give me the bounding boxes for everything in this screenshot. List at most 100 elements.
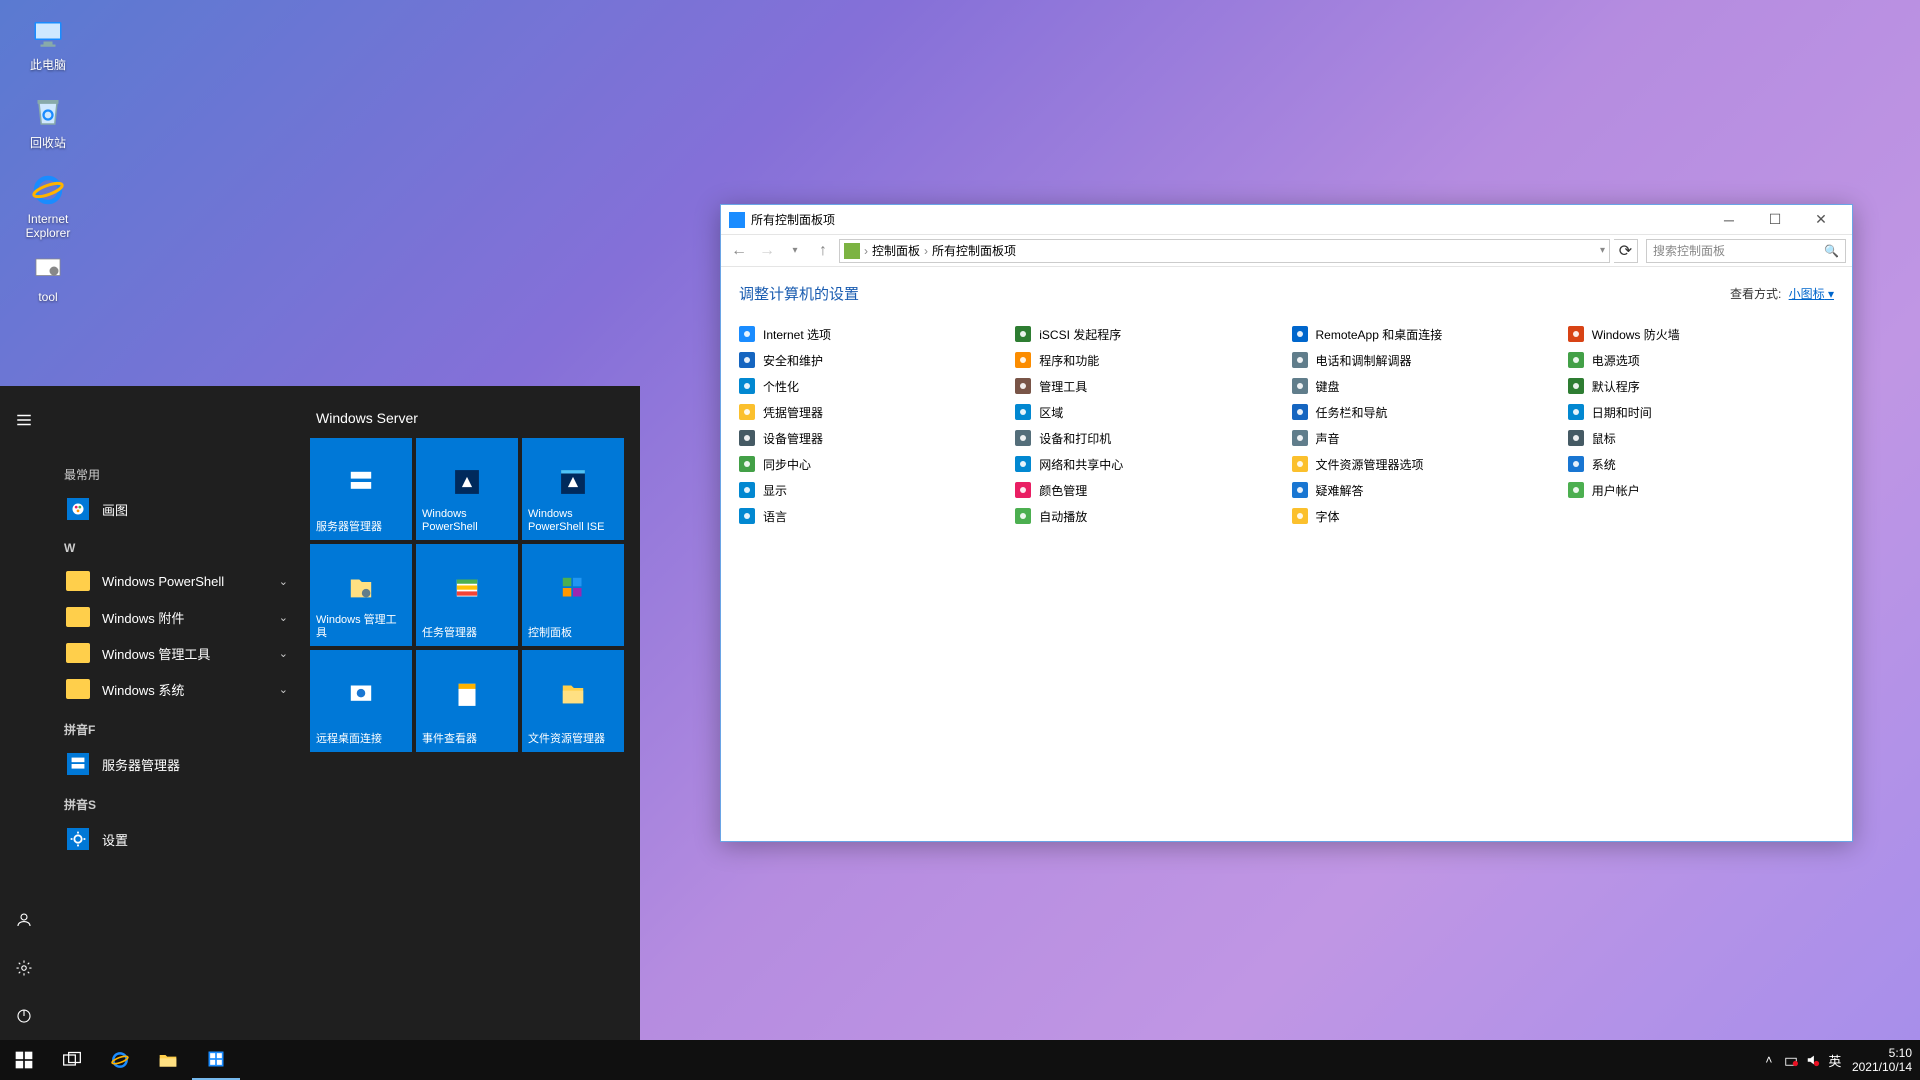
cp-item-8[interactable]: 个性化 bbox=[739, 376, 1005, 396]
up-button[interactable]: ↑ bbox=[811, 239, 835, 263]
tile-0[interactable]: 服务器管理器 bbox=[310, 438, 412, 540]
tray-overflow[interactable]: ˄ bbox=[1758, 1040, 1780, 1080]
cp-item-icon bbox=[1292, 378, 1308, 394]
cp-item-21[interactable]: 网络和共享中心 bbox=[1015, 454, 1281, 474]
cp-item-16[interactable]: 设备管理器 bbox=[739, 428, 1005, 448]
desktop-icon-ie[interactable]: Internet Explorer bbox=[10, 166, 86, 242]
window-titlebar[interactable]: 所有控制面板项 ─ ☐ ✕ bbox=[721, 205, 1852, 235]
cp-item-30[interactable]: 字体 bbox=[1292, 506, 1558, 526]
tile-8[interactable]: 文件资源管理器 bbox=[522, 650, 624, 752]
cp-item-label: 设备管理器 bbox=[763, 430, 823, 447]
cp-item-12[interactable]: 凭据管理器 bbox=[739, 402, 1005, 422]
cp-item-11[interactable]: 默认程序 bbox=[1568, 376, 1834, 396]
cp-item-1[interactable]: iSCSI 发起程序 bbox=[1015, 324, 1281, 344]
cp-item-7[interactable]: 电源选项 bbox=[1568, 350, 1834, 370]
tile-label: 远程桌面连接 bbox=[316, 733, 406, 746]
back-button[interactable]: ← bbox=[727, 239, 751, 263]
app-server-manager[interactable]: 服务器管理器 bbox=[60, 746, 292, 782]
tray-ime[interactable]: 英 bbox=[1824, 1040, 1846, 1080]
power-button[interactable] bbox=[0, 992, 48, 1040]
cp-item-15[interactable]: 日期和时间 bbox=[1568, 402, 1834, 422]
task-view-button[interactable] bbox=[48, 1040, 96, 1080]
cp-item-3[interactable]: Windows 防火墙 bbox=[1568, 324, 1834, 344]
letter-header-pinyinS[interactable]: 拼音S bbox=[64, 796, 292, 813]
tile-label: 事件查看器 bbox=[422, 733, 512, 746]
cp-item-icon bbox=[1015, 378, 1031, 394]
tile-2[interactable]: Windows PowerShell ISE bbox=[522, 438, 624, 540]
tile-icon bbox=[341, 568, 381, 608]
cp-item-6[interactable]: 电话和调制解调器 bbox=[1292, 350, 1558, 370]
tile-6[interactable]: 远程桌面连接 bbox=[310, 650, 412, 752]
desktop-icon-recycle-bin[interactable]: 回收站 bbox=[10, 88, 86, 164]
cp-item-27[interactable]: 用户帐户 bbox=[1568, 480, 1834, 500]
letter-header-pinyinF[interactable]: 拼音F bbox=[64, 721, 292, 738]
taskbar-control-panel[interactable] bbox=[192, 1040, 240, 1080]
cp-item-17[interactable]: 设备和打印机 bbox=[1015, 428, 1281, 448]
app-folder-2[interactable]: Windows 管理工具⌄ bbox=[60, 635, 292, 671]
start-button[interactable] bbox=[0, 1040, 48, 1080]
crumb-1[interactable]: 控制面板 bbox=[872, 242, 920, 259]
start-expand-button[interactable] bbox=[0, 396, 48, 444]
cp-item-5[interactable]: 程序和功能 bbox=[1015, 350, 1281, 370]
minimize-button[interactable]: ─ bbox=[1706, 205, 1752, 235]
label: 画图 bbox=[102, 500, 288, 519]
tray-network-icon[interactable] bbox=[1780, 1040, 1802, 1080]
breadcrumb[interactable]: › 控制面板 › 所有控制面板项 ▾ bbox=[839, 239, 1610, 263]
cp-item-18[interactable]: 声音 bbox=[1292, 428, 1558, 448]
maximize-button[interactable]: ☐ bbox=[1752, 205, 1798, 235]
cp-item-19[interactable]: 鼠标 bbox=[1568, 428, 1834, 448]
desktop-icon-tool[interactable]: tool bbox=[10, 244, 86, 320]
settings-button[interactable] bbox=[0, 944, 48, 992]
app-folder-0[interactable]: Windows PowerShell⌄ bbox=[60, 563, 292, 599]
crumb-2[interactable]: 所有控制面板项 bbox=[932, 242, 1016, 259]
cp-item-icon bbox=[739, 456, 755, 472]
tile-1[interactable]: Windows PowerShell bbox=[416, 438, 518, 540]
tile-icon bbox=[553, 674, 593, 714]
cp-item-28[interactable]: 语言 bbox=[739, 506, 1005, 526]
tile-3[interactable]: Windows 管理工具 bbox=[310, 544, 412, 646]
cp-item-13[interactable]: 区域 bbox=[1015, 402, 1281, 422]
tile-7[interactable]: 事件查看器 bbox=[416, 650, 518, 752]
cp-item-10[interactable]: 键盘 bbox=[1292, 376, 1558, 396]
tray-clock[interactable]: 5:10 2021/10/14 bbox=[1852, 1046, 1912, 1075]
tile-5[interactable]: 控制面板 bbox=[522, 544, 624, 646]
cp-item-25[interactable]: 颜色管理 bbox=[1015, 480, 1281, 500]
letter-header-w[interactable]: W bbox=[64, 541, 292, 555]
cp-item-4[interactable]: 安全和维护 bbox=[739, 350, 1005, 370]
control-panel-icon bbox=[729, 212, 745, 228]
tile-label: Windows PowerShell ISE bbox=[528, 508, 618, 534]
forward-button[interactable]: → bbox=[755, 239, 779, 263]
cp-item-24[interactable]: 显示 bbox=[739, 480, 1005, 500]
search-input[interactable]: 搜索控制面板 🔍 bbox=[1646, 239, 1846, 263]
tile-label: 任务管理器 bbox=[422, 627, 512, 640]
desktop-icon-this-pc[interactable]: 此电脑 bbox=[10, 10, 86, 86]
cp-item-22[interactable]: 文件资源管理器选项 bbox=[1292, 454, 1558, 474]
app-paint[interactable]: 画图 bbox=[60, 491, 292, 527]
start-tiles: Windows Server 服务器管理器Windows PowerShellW… bbox=[300, 386, 640, 1040]
taskbar-explorer[interactable] bbox=[144, 1040, 192, 1080]
recent-dropdown[interactable]: ▾ bbox=[783, 239, 807, 263]
cp-item-label: 设备和打印机 bbox=[1039, 430, 1111, 447]
user-button[interactable] bbox=[0, 896, 48, 944]
tile-icon bbox=[341, 462, 381, 502]
close-button[interactable]: ✕ bbox=[1798, 205, 1844, 235]
app-settings[interactable]: 设置 bbox=[60, 821, 292, 857]
cp-item-29[interactable]: 自动播放 bbox=[1015, 506, 1281, 526]
tile-group-header[interactable]: Windows Server bbox=[316, 410, 630, 426]
cp-item-23[interactable]: 系统 bbox=[1568, 454, 1834, 474]
tile-4[interactable]: 任务管理器 bbox=[416, 544, 518, 646]
taskbar-ie[interactable] bbox=[96, 1040, 144, 1080]
cp-item-0[interactable]: Internet 选项 bbox=[739, 324, 1005, 344]
tray-volume-icon[interactable] bbox=[1802, 1040, 1824, 1080]
taskbar: ˄ 英 5:10 2021/10/14 bbox=[0, 1040, 1920, 1080]
cp-item-20[interactable]: 同步中心 bbox=[739, 454, 1005, 474]
refresh-button[interactable]: ⟳ bbox=[1614, 239, 1638, 263]
app-folder-3[interactable]: Windows 系统⌄ bbox=[60, 671, 292, 707]
app-folder-1[interactable]: Windows 附件⌄ bbox=[60, 599, 292, 635]
cp-item-2[interactable]: RemoteApp 和桌面连接 bbox=[1292, 324, 1558, 344]
cp-item-26[interactable]: 疑难解答 bbox=[1292, 480, 1558, 500]
cp-item-14[interactable]: 任务栏和导航 bbox=[1292, 402, 1558, 422]
cp-item-9[interactable]: 管理工具 bbox=[1015, 376, 1281, 396]
cp-item-label: iSCSI 发起程序 bbox=[1039, 326, 1121, 343]
view-mode-dropdown[interactable]: 小图标 ▾ bbox=[1789, 287, 1834, 301]
